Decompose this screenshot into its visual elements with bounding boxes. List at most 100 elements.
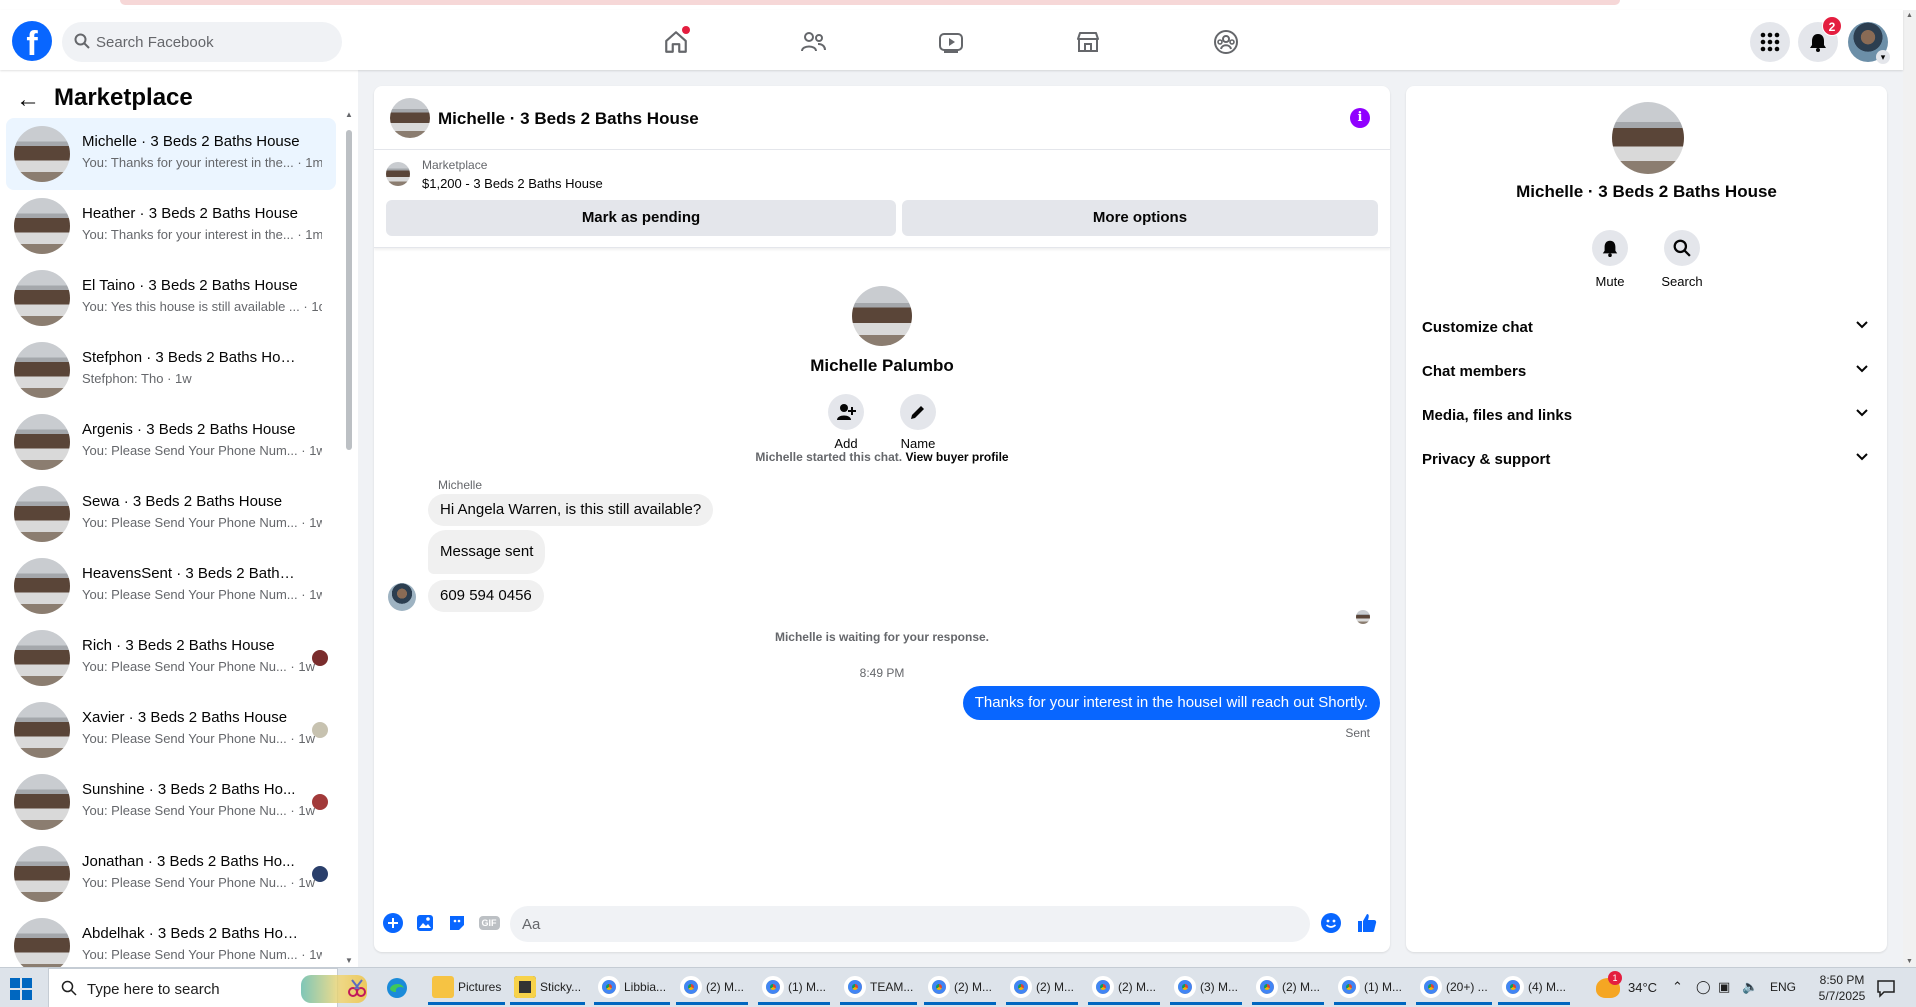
conversation-time: · 1w (290, 731, 315, 746)
mark-as-pending-button[interactable]: Mark as pending (386, 200, 896, 236)
volume-icon[interactable]: 🔈 (1742, 979, 1758, 995)
incoming-message[interactable]: 609 594 0456 (428, 580, 544, 612)
conversation-name: Sunshine · 3 Beds 2 Baths Ho... (82, 781, 296, 798)
taskbar-app[interactable]: (2) M... (1088, 971, 1160, 1005)
chat-thumbnail[interactable] (390, 98, 430, 138)
sidebar-scrollbar[interactable]: ▲ ▼ (344, 110, 354, 965)
media-files-links-section[interactable]: Media, files and links (1414, 394, 1879, 438)
notification-center-icon[interactable] (1876, 978, 1896, 1003)
taskbar-app[interactable]: (2) M... (1006, 971, 1078, 1005)
conversation-item[interactable]: HeavensSent · 3 Beds 2 Baths H... You: Pl… (6, 550, 336, 622)
conversation-snippet: You: Please Send Your Phone Nu... · 1w (82, 875, 315, 890)
language-indicator[interactable]: ENG (1770, 980, 1796, 994)
listing-title[interactable]: $1,200 - 3 Beds 2 Baths House (422, 176, 603, 191)
conversation-item[interactable]: Xavier · 3 Beds 2 Baths House You: Please… (6, 694, 336, 766)
taskbar-app[interactable]: (1) M... (1334, 971, 1406, 1005)
scroll-up-icon[interactable]: ▲ (345, 110, 353, 119)
conversation-item[interactable]: Argenis · 3 Beds 2 Baths House You: Pleas… (6, 406, 336, 478)
message-input-box[interactable] (510, 906, 1310, 942)
seen-indicator-avatar (1356, 610, 1370, 624)
conversation-item[interactable]: Sewa · 3 Beds 2 Baths House You: Please S… (6, 478, 336, 550)
more-options-button[interactable]: More options (902, 200, 1378, 236)
chrome-icon (762, 975, 784, 998)
nav-home[interactable] (620, 20, 732, 64)
nav-video[interactable] (895, 20, 1007, 64)
add-member-button[interactable]: Add (816, 394, 876, 451)
nav-groups[interactable] (1170, 20, 1282, 64)
conversation-item[interactable]: Jonathan · 3 Beds 2 Baths Ho... You: Plea… (6, 838, 336, 910)
taskbar-app[interactable]: (2) M... (924, 971, 996, 1005)
conversation-item[interactable]: Rich · 3 Beds 2 Baths House You: Please S… (6, 622, 336, 694)
chat-members-section[interactable]: Chat members (1414, 350, 1879, 394)
scroll-down-icon[interactable]: ▼ (1906, 958, 1913, 965)
network-icon[interactable]: ▣ (1718, 979, 1730, 995)
thumbs-up-icon[interactable] (1356, 912, 1378, 934)
conversation-snippet: You: Thanks for your interest in the... … (82, 227, 322, 242)
taskbar-app[interactable]: Sticky... (510, 971, 586, 1005)
taskbar-app-label: (2) M... (954, 979, 992, 994)
taskbar-app[interactable]: (3) M... (1170, 971, 1242, 1005)
taskbar-app[interactable]: (2) M... (676, 971, 748, 1005)
emoji-icon[interactable] (1320, 912, 1342, 934)
sticker-icon[interactable] (446, 912, 468, 934)
chevron-up-icon[interactable]: ⌃ (1672, 979, 1683, 995)
edit-name-button[interactable]: Name (888, 394, 948, 451)
conversation-item[interactable]: El Taino · 3 Beds 2 Baths House You: Yes … (6, 262, 336, 334)
conversation-name: Heather · 3 Beds 2 Baths House (82, 205, 298, 222)
taskbar-app[interactable]: (4) M... (1498, 971, 1570, 1005)
chat-window: Michelle · 3 Beds 2 Baths House i Market… (374, 86, 1390, 952)
chat-title[interactable]: Michelle · 3 Beds 2 Baths House (438, 109, 699, 129)
menu-grid-icon (1760, 32, 1780, 52)
conversation-time: · 1w (301, 443, 322, 458)
nav-marketplace[interactable] (1032, 20, 1144, 64)
info-icon[interactable]: i (1350, 108, 1370, 128)
edge-icon[interactable] (386, 977, 408, 1004)
taskbar-app[interactable]: TEAM... (840, 971, 918, 1005)
conversation-item[interactable]: Michelle · 3 Beds 2 Baths House You: Than… (6, 118, 336, 190)
conversation-item[interactable]: Heather · 3 Beds 2 Baths House You: Thank… (6, 190, 336, 262)
taskbar-search[interactable]: Type here to search (48, 968, 367, 1007)
profile-picture[interactable] (852, 286, 912, 346)
facebook-logo[interactable]: f (12, 21, 52, 61)
conversation-item[interactable]: Stefphon · 3 Beds 2 Baths House Stefphon:… (6, 334, 336, 406)
taskbar-app[interactable]: (20+) ... (1416, 971, 1492, 1005)
back-arrow-icon[interactable]: ← (16, 86, 40, 114)
gif-icon[interactable]: GIF (478, 912, 500, 934)
privacy-support-section[interactable]: Privacy & support (1414, 438, 1879, 482)
scrollbar-thumb[interactable] (346, 130, 352, 450)
system-clock[interactable]: 8:50 PM 5/7/2025 (1810, 972, 1874, 1004)
sender-avatar[interactable] (388, 583, 416, 611)
plus-icon[interactable] (382, 912, 404, 934)
conversation-item[interactable]: Sunshine · 3 Beds 2 Baths Ho... You: Plea… (6, 766, 336, 838)
view-buyer-profile-link[interactable]: View buyer profile (905, 450, 1008, 464)
conversation-name: Sewa · 3 Beds 2 Baths House (82, 493, 283, 510)
listing-thumbnail[interactable] (386, 162, 410, 186)
snipping-tool-icon[interactable] (346, 977, 368, 1004)
outgoing-message[interactable]: Thanks for your interest in the houseI w… (962, 686, 1380, 720)
photo-icon[interactable] (414, 912, 436, 934)
taskbar-app[interactable]: Libbia... (594, 971, 671, 1005)
page-scrollbar[interactable]: ▲ ▼ (1903, 10, 1916, 967)
scroll-up-icon[interactable]: ▲ (1906, 12, 1913, 19)
incoming-message[interactable]: Message sent (428, 530, 546, 574)
incoming-message[interactable]: Hi Angela Warren, is this still availabl… (428, 494, 714, 526)
sticky-notes-icon (514, 975, 536, 998)
message-input[interactable] (522, 906, 1282, 942)
nav-friends[interactable] (757, 20, 869, 64)
windows-start-icon[interactable] (10, 978, 32, 1000)
mute-button[interactable]: Mute (1580, 230, 1640, 289)
panel-profile-picture[interactable] (1612, 102, 1684, 174)
facebook-search[interactable] (62, 22, 342, 62)
search-chat-button[interactable]: Search (1652, 230, 1712, 289)
scroll-down-icon[interactable]: ▼ (345, 956, 353, 965)
taskbar-app[interactable]: (1) M... (758, 971, 830, 1005)
chat-started-notice: Michelle started this chat. View buyer p… (374, 450, 1390, 464)
menu-button[interactable] (1750, 22, 1790, 62)
taskbar-app[interactable]: (2) M... (1252, 971, 1324, 1005)
search-input[interactable] (96, 22, 336, 62)
taskbar-app[interactable]: Pictures (428, 971, 506, 1005)
meet-now-icon[interactable]: ◯ (1696, 979, 1711, 995)
customize-chat-section[interactable]: Customize chat (1414, 306, 1879, 350)
chevron-down-icon[interactable]: ▾ (1876, 50, 1890, 64)
notifications-button[interactable]: 2 (1798, 16, 1842, 62)
